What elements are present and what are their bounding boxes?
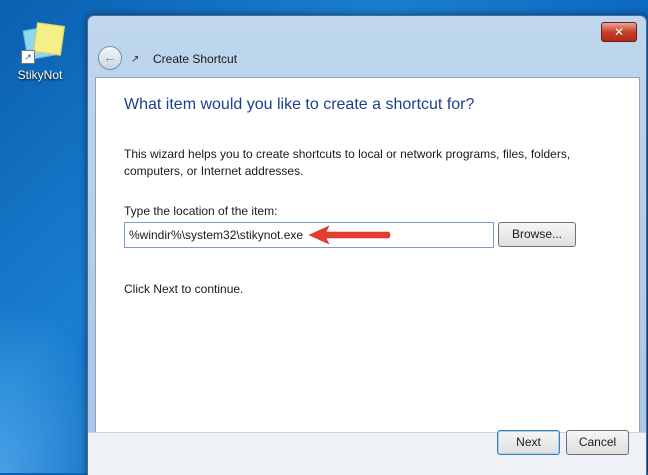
shortcut-overlay-icon: ↗ (21, 50, 35, 64)
cancel-button[interactable]: Cancel (566, 430, 629, 455)
back-arrow-icon[interactable]: ← (98, 46, 122, 70)
continue-instruction: Click Next to continue. (124, 282, 244, 296)
page-heading: What item would you like to create a sho… (124, 96, 475, 113)
wizard-content-panel: What item would you like to create a sho… (95, 77, 640, 433)
wizard-description: This wizard helps you to create shortcut… (124, 147, 571, 178)
shortcut-title-icon: ↗ (131, 54, 140, 65)
red-annotation-arrow-icon (308, 225, 391, 245)
location-field-label: Type the location of the item: (124, 204, 278, 218)
sticky-notes-icon: ↗ (21, 18, 65, 64)
desktop-icon-label: StikyNot (17, 68, 63, 82)
close-button[interactable]: ✕ (601, 22, 637, 42)
browse-button[interactable]: Browse... (498, 222, 576, 247)
wizard-button-bar (88, 432, 646, 475)
window-title: Create Shortcut (153, 52, 238, 66)
next-button[interactable]: Next (497, 430, 560, 455)
create-shortcut-window: ✕ ← ↗ Create Shortcut What item would yo… (87, 15, 647, 475)
